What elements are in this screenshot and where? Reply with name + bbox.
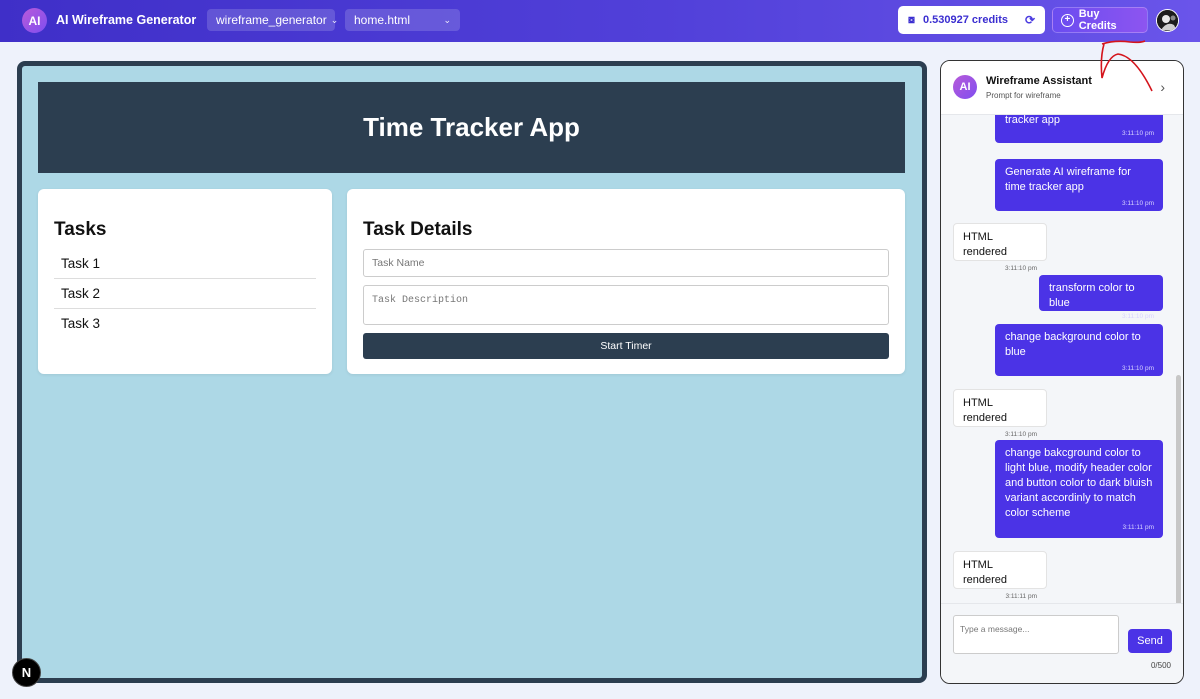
start-timer-button[interactable]: Start Timer [363, 333, 889, 359]
task-details-heading: Task Details [363, 219, 473, 240]
chat-message-assistant: HTML rendered 3:11:11 pm [953, 551, 1047, 600]
message-text: transform color to blue [1049, 282, 1135, 309]
chat-panel: AI Wireframe Assistant Prompt for wirefr… [940, 60, 1184, 684]
app-title: AI Wireframe Generator [56, 13, 197, 27]
preview-frame: Time Tracker App Tasks Task 1 Task 2 Tas… [17, 61, 927, 683]
chevron-down-icon: ⌄ [330, 14, 339, 25]
message-time: 3:11:10 pm [1121, 365, 1154, 372]
chat-message-user: Generate AI wireframe for time tracker a… [995, 159, 1163, 211]
plus-circle-icon: + [1061, 13, 1074, 27]
task-item[interactable]: Task 1 [54, 249, 316, 279]
message-text: change bakcground color to light blue, m… [1005, 447, 1153, 519]
buy-credits-button[interactable]: + Buy Credits [1052, 7, 1148, 33]
chat-message-user: tracker app 3:11:10 pm [995, 115, 1163, 143]
chat-message-user: change background color to blue 3:11:10 … [995, 324, 1163, 376]
chat-message-assistant: HTML rendered 3:11:10 pm [953, 223, 1047, 272]
chat-subtitle: Prompt for wireframe [986, 91, 1061, 100]
assistant-avatar: AI [953, 75, 977, 99]
task-details-card: Task Details Task Name Task Description … [347, 189, 905, 374]
message-time: 3:11:10 pm [1004, 265, 1037, 272]
message-time: 3:11:10 pm [1121, 200, 1154, 207]
chat-scrollbar[interactable] [1176, 375, 1181, 603]
chat-message-input[interactable]: Type a message... [953, 615, 1119, 654]
task-name-input[interactable]: Task Name [363, 249, 889, 277]
file-dropdown[interactable]: home.html ⌄ [345, 9, 460, 31]
user-avatar[interactable] [1156, 9, 1179, 32]
message-time: 3:11:11 pm [1005, 593, 1037, 600]
chat-composer: Type a message... Send 0/500 [941, 603, 1183, 683]
history-icon[interactable]: ⟳ [1025, 13, 1035, 27]
tasks-heading: Tasks [54, 219, 107, 240]
message-time: 3:11:10 pm [1004, 431, 1037, 438]
wireframe-preview: Time Tracker App Tasks Task 1 Task 2 Tas… [22, 66, 922, 678]
project-dropdown[interactable]: wireframe_generator ⌄ [207, 9, 338, 31]
project-dropdown-label: wireframe_generator [216, 13, 327, 27]
buy-credits-label: Buy Credits [1078, 8, 1117, 32]
message-time: 3:11:11 pm [1122, 524, 1154, 531]
credits-display[interactable]: ⧇ 0.530927 credits ⟳ [898, 6, 1045, 34]
message-text: HTML rendered [963, 559, 1008, 586]
top-navbar: AI AI Wireframe Generator wireframe_gene… [0, 0, 1200, 42]
message-text: HTML rendered [963, 397, 1008, 424]
tasks-card: Tasks Task 1 Task 2 Task 3 [38, 189, 332, 374]
chat-header: AI Wireframe Assistant Prompt for wirefr… [941, 61, 1183, 115]
chat-title: Wireframe Assistant [986, 75, 1092, 87]
credits-value: 0.530927 credits [923, 14, 1009, 26]
chevron-down-icon: ⌄ [443, 14, 451, 25]
wireframe-title: Time Tracker App [363, 112, 580, 142]
message-text: HTML rendered [963, 231, 1008, 258]
chat-messages[interactable]: tracker app 3:11:10 pm Generate AI wiref… [941, 115, 1183, 603]
message-time: 3:11:10 pm [1121, 130, 1154, 137]
task-item[interactable]: Task 2 [54, 279, 316, 309]
message-time: 3:11:10 pm [1121, 313, 1154, 320]
chat-message-user: transform color to blue 3:11:10 pm [1039, 275, 1163, 320]
chat-message-assistant: HTML rendered 3:11:10 pm [953, 389, 1047, 438]
file-dropdown-label: home.html [354, 13, 411, 27]
task-item[interactable]: Task 3 [54, 309, 316, 339]
app-logo: AI [22, 8, 47, 33]
character-counter: 0/500 [1150, 661, 1171, 670]
message-text: Generate AI wireframe for time tracker a… [1005, 166, 1131, 193]
nextjs-dev-badge[interactable]: N [12, 658, 41, 687]
chevron-right-icon[interactable]: › [1160, 79, 1165, 95]
message-text: change background color to blue [1005, 331, 1141, 358]
credits-icon: ⧇ [908, 13, 915, 26]
message-text: tracker app [1005, 115, 1061, 126]
task-description-textarea[interactable]: Task Description [363, 285, 889, 325]
send-button[interactable]: Send [1128, 629, 1172, 653]
chat-message-user: change bakcground color to light blue, m… [995, 440, 1163, 538]
wireframe-header: Time Tracker App [38, 82, 905, 173]
